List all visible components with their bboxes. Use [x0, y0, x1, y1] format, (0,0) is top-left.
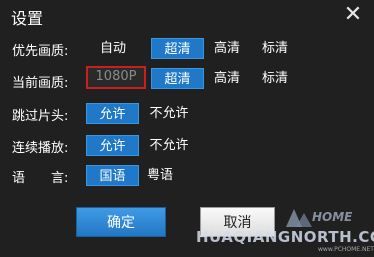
settings-dialog: 设置 ✕ 优先画质: 自动 超清 高清 标清 当前画质: 1080P 超清 高清… — [0, 0, 374, 257]
current-quality-option-super[interactable]: 超清 — [151, 68, 204, 89]
language-option-mandarin[interactable]: 国语 — [86, 165, 139, 186]
watermark-logo-text: HOME — [312, 210, 353, 224]
continuous-play-option-allow[interactable]: 允许 — [86, 135, 139, 156]
preferred-quality-label: 优先画质: — [12, 44, 69, 59]
watermark-text: HUAQIANGNORTH.COM — [196, 228, 374, 246]
current-quality-label: 当前画质: — [12, 76, 69, 91]
current-quality-option-standard[interactable]: 标清 — [257, 68, 293, 89]
language-option-cantonese[interactable]: 粤语 — [140, 165, 180, 186]
pchome-logo-icon — [286, 209, 312, 227]
dialog-title: 设置 — [11, 9, 44, 28]
watermark-subtext: www.PCHOME.NET — [318, 246, 374, 253]
current-quality-option-high[interactable]: 高清 — [209, 68, 245, 89]
continuous-play-label: 连续播放: — [12, 141, 69, 156]
skip-intro-option-allow[interactable]: 允许 — [86, 103, 139, 124]
preferred-quality-option-standard[interactable]: 标清 — [257, 38, 293, 59]
close-icon[interactable]: ✕ — [342, 4, 364, 26]
continuous-play-option-deny[interactable]: 不允许 — [144, 135, 194, 156]
preferred-quality-option-super[interactable]: 超清 — [151, 38, 204, 59]
preferred-quality-option-high[interactable]: 高清 — [209, 38, 245, 59]
language-label: 语 言: — [12, 171, 69, 186]
skip-intro-label: 跳过片头: — [12, 109, 69, 124]
confirm-button[interactable]: 确定 — [76, 207, 166, 237]
skip-intro-option-deny[interactable]: 不允许 — [144, 103, 194, 124]
preferred-quality-option-auto[interactable]: 自动 — [92, 38, 134, 59]
current-quality-value: 1080P — [86, 66, 146, 89]
